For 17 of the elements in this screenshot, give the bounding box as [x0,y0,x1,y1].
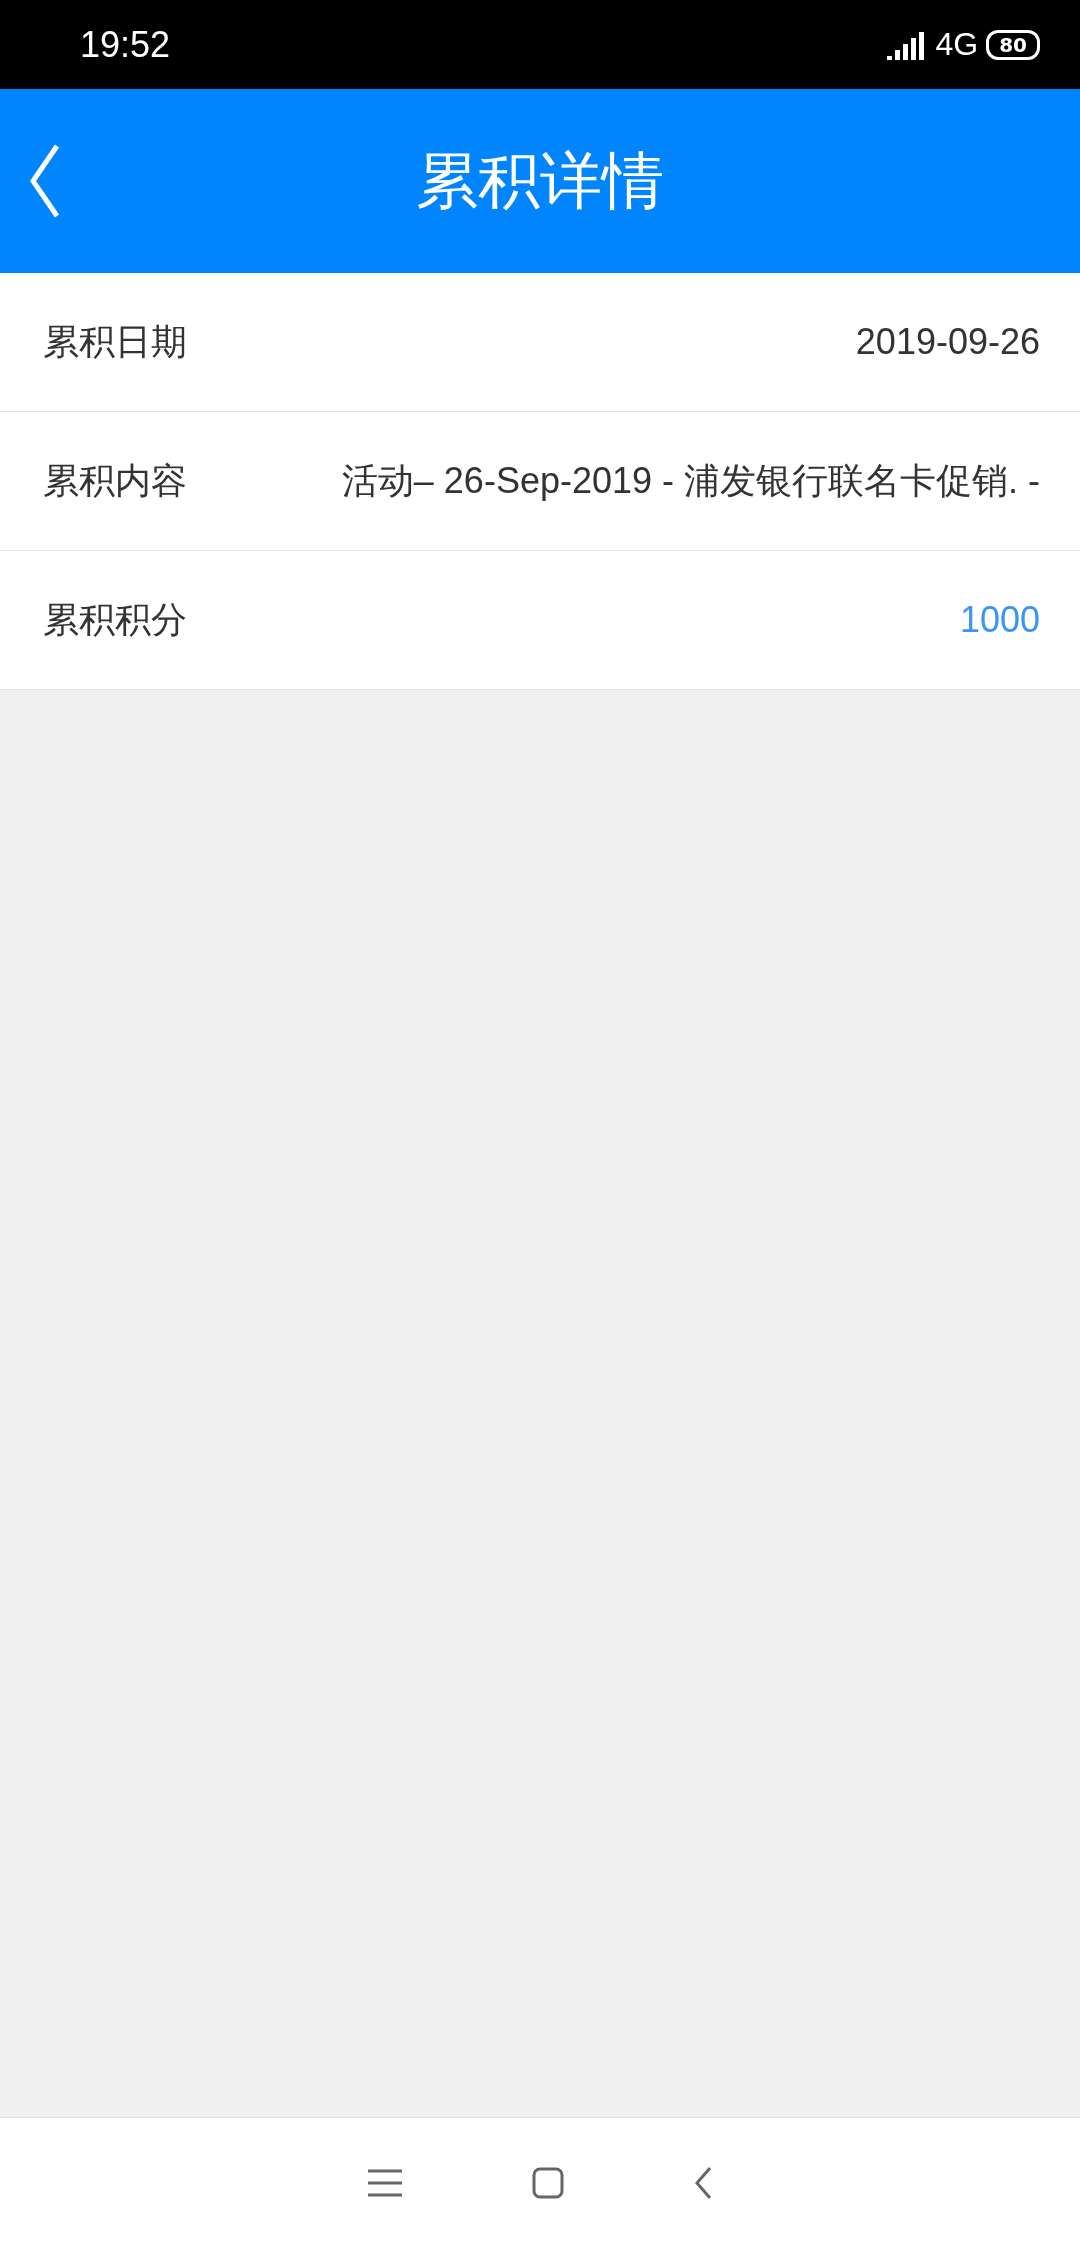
home-button[interactable] [532,2167,564,2199]
back-icon [30,144,60,218]
row-value: 1000 [959,597,1040,642]
row-label: 累积内容 [43,458,187,503]
row-label: 累积积分 [43,597,187,642]
row-value: 活动– 26-Sep-2019 - 浦发银行联名卡促销. - [341,458,1040,503]
status-time: 19:52 [80,23,171,66]
row-label: 累积日期 [43,319,187,364]
network-type: 4G [935,26,979,63]
home-icon [532,2167,564,2199]
page-title: 累积详情 [416,143,664,219]
row-value: 2019-09-26 [855,319,1040,364]
battery-level: 80 [986,29,1040,60]
back-nav-button[interactable] [694,2166,712,2200]
menu-icon [368,2169,402,2197]
back-icon [694,2166,712,2200]
menu-button[interactable] [368,2169,402,2197]
